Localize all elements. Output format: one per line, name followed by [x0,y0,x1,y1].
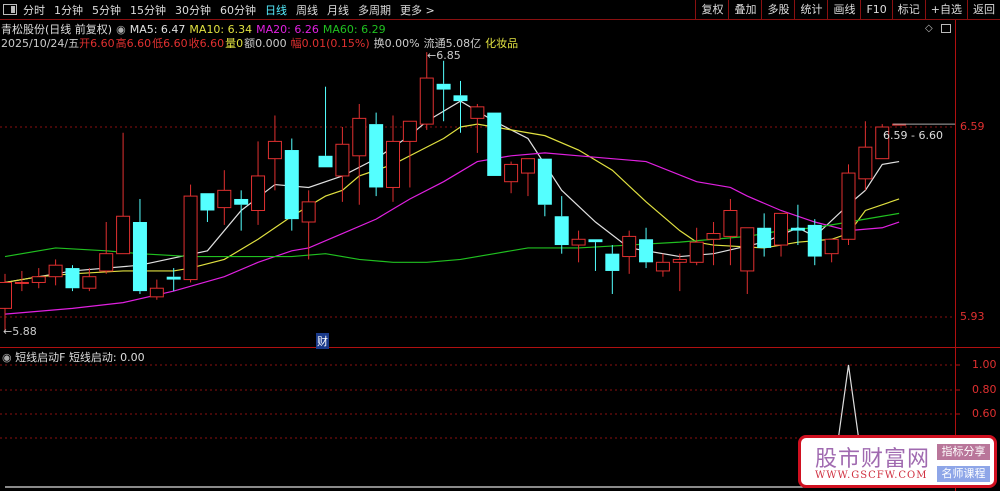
watermark-tag: 名师课程 [937,466,990,482]
low-label: 5.88 [12,325,37,338]
indicator-name[interactable]: 短线启动F [15,351,65,364]
candle-down [807,224,822,257]
candle-down [537,158,552,205]
candle-down [605,253,620,271]
candle-down [284,150,299,220]
candle-down [234,198,249,205]
candle-down [166,276,181,280]
candle-up [217,189,232,209]
candle-up [706,233,721,240]
low-annotation: ←5.88 [3,325,37,338]
candle-down [65,268,80,289]
candle-down [200,193,215,211]
candle-up [571,238,586,246]
indicator-tick: 0.60 [972,407,997,420]
candle-up [689,241,704,263]
candle-up [723,209,738,237]
candle-up [858,146,873,180]
candle-down [318,155,333,168]
finance-marker[interactable]: 财 [316,333,329,349]
candle-down [132,222,147,292]
high-annotation: ←6.85 [427,49,461,62]
candle-up [31,276,46,283]
candle-down [436,83,451,90]
candle-up [672,258,687,263]
candle-up [267,140,282,160]
indicator-title: ◉ 短线启动F 短线启动: 0.00 [2,349,145,365]
candle-up [149,287,164,298]
candle-up [386,140,401,188]
indicator-tick: 0.80 [972,383,997,396]
indicator-value: 短线启动: 0.00 [68,351,145,364]
candle-up [99,253,114,272]
price-tick: 5.93 [960,310,985,323]
high-label: 6.85 [436,49,461,62]
candle-up [622,235,637,258]
candlestick-chart[interactable] [0,0,1000,491]
watermark-name: 股市财富网 [815,447,931,472]
candle-up [774,212,789,246]
candle-up [824,238,839,255]
candle-down [790,227,805,231]
watermark-logo: 股市财富网 WWW.GSCFW.COM 指标分享 名师课程 [798,435,997,488]
candle-down [757,227,772,248]
candle-up [82,276,97,289]
candle-up [470,106,485,119]
candle-down [639,239,654,263]
candle-up [183,195,198,281]
candle-up [520,158,535,174]
candle-up [352,117,367,157]
candle-up [251,175,266,211]
range-label: 6.59 - 6.60 [883,129,943,142]
candle-up [14,281,29,284]
candle-down [487,112,502,176]
candle-down [554,216,569,246]
indicator-line [5,364,900,488]
candle-up [504,163,519,183]
candle-up [419,77,434,125]
candle-up [116,215,131,255]
candle-up [0,281,12,309]
candle-up [301,201,316,223]
price-tick: 6.59 [960,120,985,133]
candle-up [740,227,755,272]
candle-up [335,143,350,177]
indicator-dropdown-icon[interactable]: ◉ [2,351,12,364]
candle-down [369,124,384,188]
candle-up [655,261,670,272]
indicator-tick: 1.00 [972,358,997,371]
watermark-url: WWW.GSCFW.COM [815,470,928,481]
candle-down [588,239,603,243]
candle-up [402,120,417,142]
candle-up [48,264,63,278]
candle-down [453,95,468,102]
candle-up [841,172,856,240]
watermark-tag: 指标分享 [937,444,990,460]
